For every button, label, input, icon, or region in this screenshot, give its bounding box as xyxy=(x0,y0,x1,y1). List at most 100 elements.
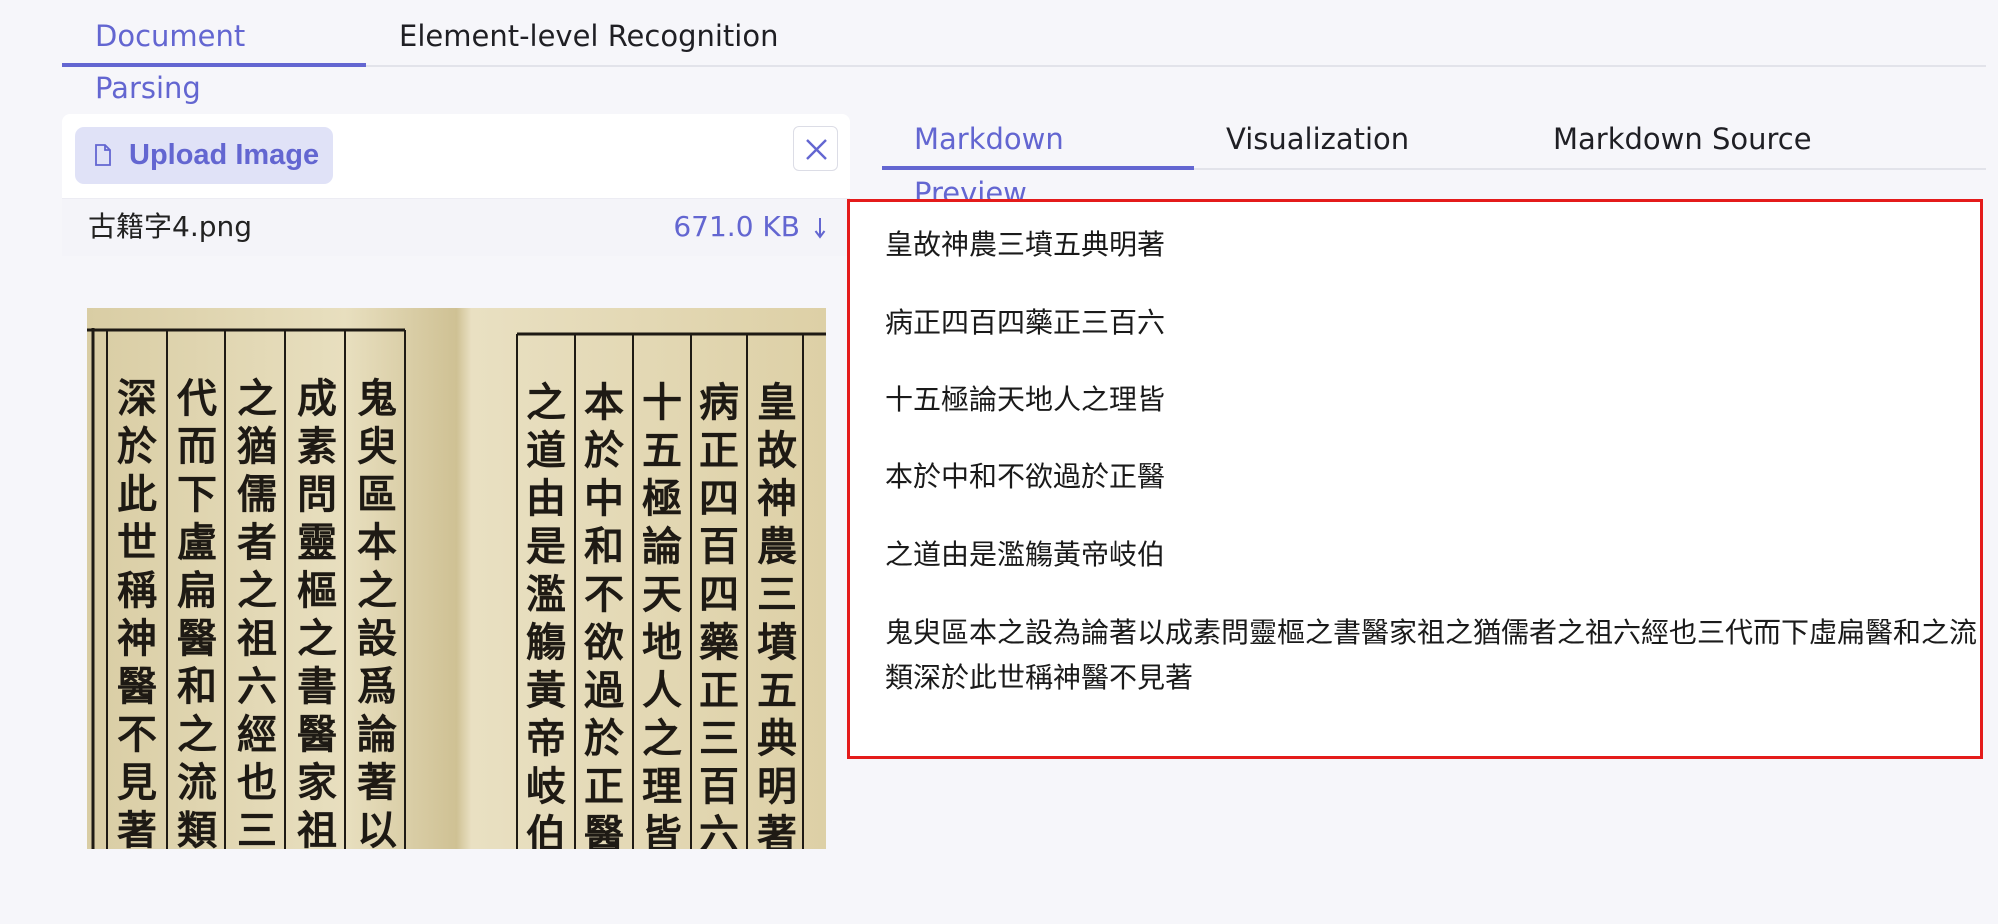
book-glyph: 三 xyxy=(699,715,739,762)
file-name: 古籍字4.png xyxy=(88,210,253,243)
book-glyph: 理 xyxy=(642,763,682,810)
book-glyph: 之 xyxy=(297,615,337,662)
download-icon[interactable] xyxy=(814,217,826,239)
book-glyph: 樞 xyxy=(297,567,337,614)
book-glyph: 經 xyxy=(237,711,277,758)
book-glyph: 者 xyxy=(237,519,277,566)
book-glyph: 黃 xyxy=(526,667,566,714)
book-glyph: 家 xyxy=(297,759,337,806)
book-glyph: 論 xyxy=(642,523,682,570)
book-glyph: 故 xyxy=(757,427,797,474)
book-glyph: 本 xyxy=(584,379,624,426)
book-glyph: 神 xyxy=(757,475,797,522)
book-glyph: 農 xyxy=(757,523,797,570)
book-glyph: 類 xyxy=(177,807,218,849)
book-glyph: 問 xyxy=(297,471,337,518)
book-glyph: 設 xyxy=(357,615,397,662)
markdown-paragraph: 病正四百四藥正三百六 xyxy=(885,306,1166,339)
book-glyph: 也 xyxy=(237,759,277,806)
book-glyph: 四 xyxy=(699,571,739,618)
book-glyph: 著 xyxy=(357,759,397,806)
markdown-paragraph: 十五極論天地人之理皆 xyxy=(885,383,1166,416)
book-glyph: 極 xyxy=(642,475,682,522)
book-glyph: 正 xyxy=(699,427,739,474)
tab-element-level-recognition[interactable]: Element-level Recognition xyxy=(366,10,811,67)
book-glyph: 爲 xyxy=(357,663,397,710)
book-glyph: 百 xyxy=(699,523,739,570)
book-glyph: 醫 xyxy=(117,663,157,710)
markdown-preview-panel: 皇故神農三墳五典明著 病正四百四藥正三百六 十五極論天地人之理皆 本於中和不欲過… xyxy=(847,199,1983,759)
book-glyph: 墳 xyxy=(757,619,797,666)
file-size-link[interactable]: 671.0 KB xyxy=(673,199,800,255)
book-glyph: 之 xyxy=(642,715,682,762)
book-glyph: 不 xyxy=(584,571,624,618)
book-glyph: 醫 xyxy=(297,711,337,758)
book-glyph: 稱 xyxy=(117,567,157,614)
file-icon xyxy=(95,144,111,166)
book-glyph: 儒 xyxy=(237,471,277,518)
book-glyph: 成 xyxy=(297,375,337,422)
book-glyph: 藥 xyxy=(699,619,739,666)
book-glyph: 書 xyxy=(297,663,337,710)
book-glyph: 之 xyxy=(526,379,566,426)
book-glyph: 醫 xyxy=(584,811,624,849)
book-glyph: 不 xyxy=(117,711,157,758)
tab-document-parsing[interactable]: Document Parsing xyxy=(62,10,366,105)
book-glyph: 明 xyxy=(757,763,797,810)
book-glyph: 四 xyxy=(699,475,739,522)
book-glyph: 猶 xyxy=(237,423,277,470)
book-glyph: 論 xyxy=(357,711,397,758)
book-glyph: 三 xyxy=(237,807,277,849)
book-glyph: 濫 xyxy=(526,571,566,618)
book-glyph: 欲 xyxy=(583,619,624,666)
book-glyph: 於 xyxy=(584,427,624,474)
book-glyph: 岐 xyxy=(526,763,566,810)
book-glyph: 由 xyxy=(526,475,566,522)
book-glyph: 以 xyxy=(357,807,397,849)
book-glyph: 是 xyxy=(526,523,566,570)
book-glyph: 和 xyxy=(584,523,624,570)
book-glyph: 六 xyxy=(237,663,277,710)
book-glyph: 帝 xyxy=(526,715,566,762)
book-glyph: 流 xyxy=(177,759,217,806)
book-glyph: 代 xyxy=(176,375,217,422)
output-tab-bar: Markdown Preview Visualization Markdown … xyxy=(882,102,1986,210)
book-glyph: 六 xyxy=(699,811,739,849)
book-glyph: 十 xyxy=(642,379,682,426)
scanned-book-image: 皇故神農三墳五典明著病正四百四藥正三百六十五極論天地人之理皆本於中和不欲過於正醫… xyxy=(87,308,826,849)
upload-image-button[interactable]: Upload Image xyxy=(75,127,333,184)
book-glyph: 而 xyxy=(177,423,217,470)
book-glyph: 祖 xyxy=(297,807,337,849)
book-glyph: 五 xyxy=(642,427,682,474)
book-glyph: 人 xyxy=(642,667,682,714)
book-glyph: 皆 xyxy=(642,811,682,849)
book-glyph: 之 xyxy=(237,567,277,614)
book-glyph: 天 xyxy=(642,571,682,618)
book-glyph: 三 xyxy=(757,571,797,618)
book-glyph: 扁 xyxy=(177,567,217,614)
tab-visualization[interactable]: Visualization xyxy=(1194,112,1441,170)
uploaded-file-row: 古籍字4.png 671.0 KB xyxy=(62,198,850,256)
upload-panel: Upload Image 古籍字4.png 671.0 KB xyxy=(62,114,850,256)
book-glyph: 臾 xyxy=(357,423,397,470)
book-glyph: 伯 xyxy=(526,811,566,849)
tab-markdown-source[interactable]: Markdown Source xyxy=(1521,112,1844,170)
book-glyph: 正 xyxy=(584,763,624,810)
book-glyph: 病 xyxy=(699,379,739,426)
book-glyph: 鬼 xyxy=(357,375,397,422)
book-glyph: 道 xyxy=(526,427,566,474)
book-glyph: 素 xyxy=(297,423,337,470)
book-glyph: 靈 xyxy=(297,519,337,566)
markdown-paragraph: 皇故神農三墳五典明著 xyxy=(885,228,1166,261)
book-glyph: 和 xyxy=(177,663,217,710)
tab-markdown-preview[interactable]: Markdown Preview xyxy=(882,112,1194,210)
markdown-paragraph: 之道由是濫觴黃帝岐伯 xyxy=(885,538,1166,571)
book-glyph: 中 xyxy=(584,475,624,522)
clear-upload-button[interactable] xyxy=(793,126,838,171)
book-glyph: 本 xyxy=(357,519,397,566)
book-glyph: 著 xyxy=(757,811,797,849)
book-glyph: 之 xyxy=(357,567,397,614)
book-glyph: 過 xyxy=(584,667,625,714)
book-glyph: 於 xyxy=(117,423,157,470)
uploaded-image-preview: 皇故神農三墳五典明著病正四百四藥正三百六十五極論天地人之理皆本於中和不欲過於正醫… xyxy=(87,308,826,849)
